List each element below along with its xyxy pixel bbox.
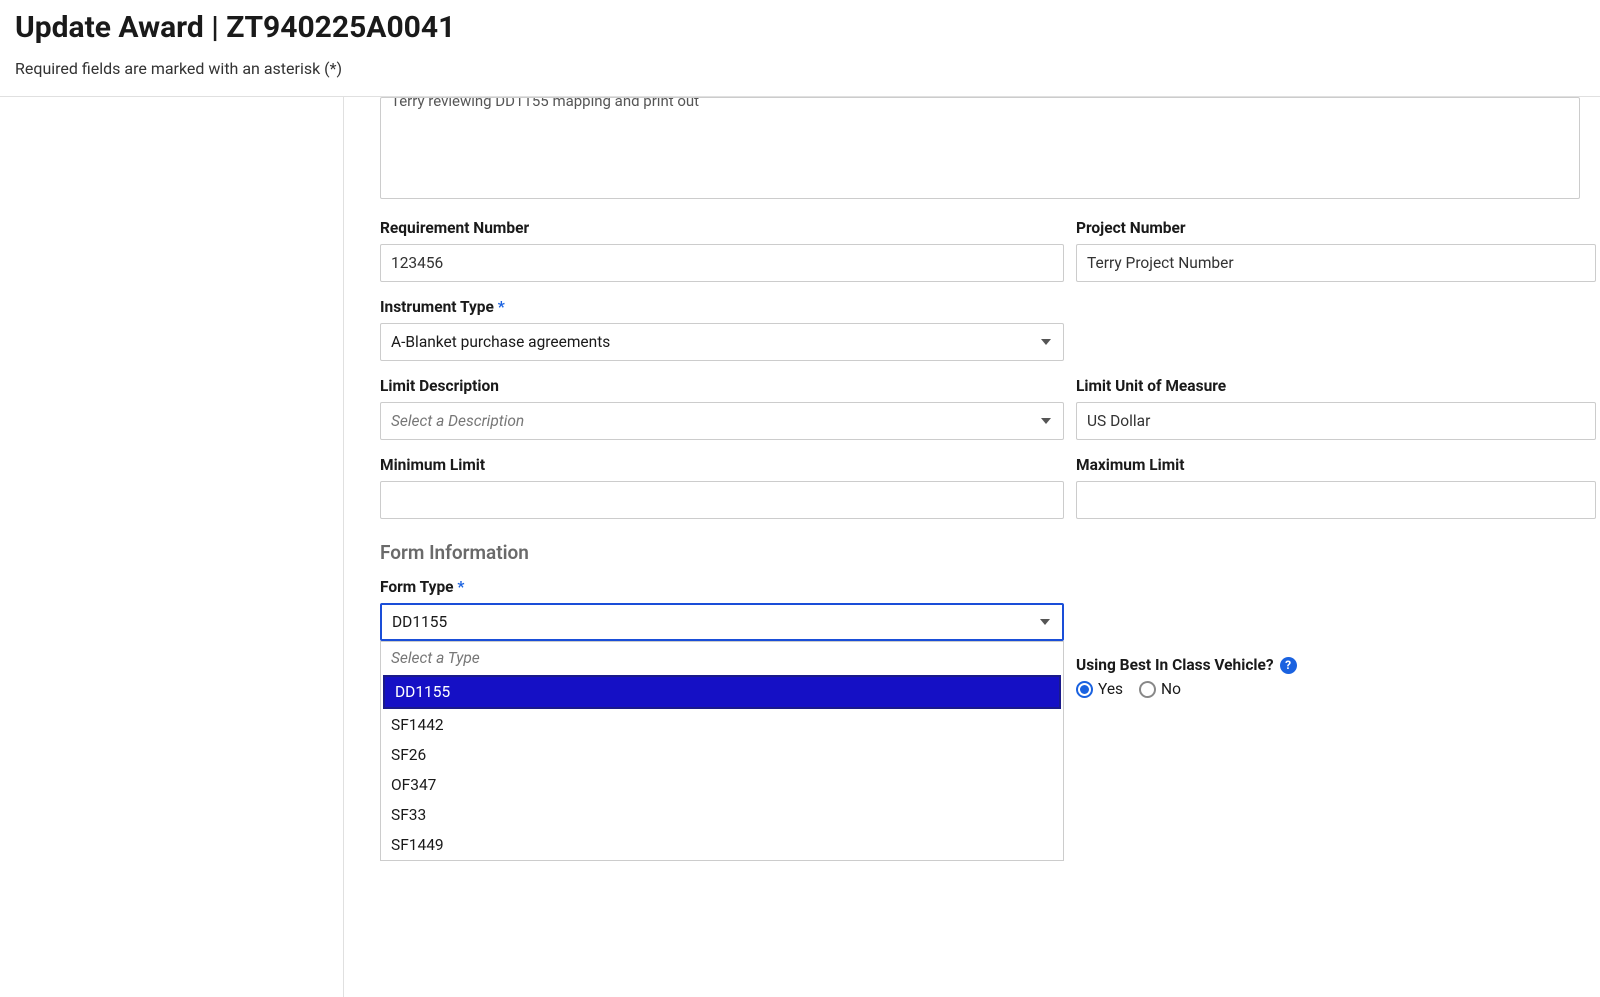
limit-description-select[interactable]: Select a Description xyxy=(380,402,1064,440)
dropdown-item-sf26[interactable]: SF26 xyxy=(381,740,1063,770)
form-information-heading: Form Information xyxy=(380,541,1600,564)
page-header: Update Award | ZT940225A0041 Required fi… xyxy=(0,0,1600,97)
description-textarea[interactable]: Terry reviewing DD1155 mapping and print… xyxy=(380,97,1580,199)
requirement-number-input[interactable] xyxy=(380,244,1064,282)
page-title: Update Award | ZT940225A0041 xyxy=(15,10,1585,45)
instrument-type-select[interactable]: A-Blanket purchase agreements xyxy=(380,323,1064,361)
best-in-class-yes-radio[interactable]: Yes xyxy=(1076,680,1123,698)
required-star: * xyxy=(457,578,464,596)
dropdown-placeholder[interactable]: Select a Type xyxy=(381,642,1063,674)
radio-icon xyxy=(1076,681,1093,698)
dropdown-item-sf1449[interactable]: SF1449 xyxy=(381,830,1063,860)
chevron-down-icon xyxy=(1041,418,1051,424)
radio-icon xyxy=(1139,681,1156,698)
max-limit-input[interactable] xyxy=(1076,481,1596,519)
project-number-label: Project Number xyxy=(1076,219,1596,237)
dropdown-item-of347[interactable]: OF347 xyxy=(381,770,1063,800)
best-in-class-no-radio[interactable]: No xyxy=(1139,680,1181,698)
limit-description-label: Limit Description xyxy=(380,377,1064,395)
required-fields-note: Required fields are marked with an aster… xyxy=(15,59,1585,78)
dropdown-item-sf1442[interactable]: SF1442 xyxy=(381,710,1063,740)
instrument-type-label: Instrument Type * xyxy=(380,298,1064,316)
form-type-select[interactable]: DD1155 xyxy=(380,603,1064,641)
left-sidebar-spacer xyxy=(0,97,344,997)
chevron-down-icon xyxy=(1040,619,1050,625)
form-type-dropdown: Select a Type DD1155 SF1442 SF26 OF347 S… xyxy=(380,641,1064,861)
description-text: Terry reviewing DD1155 mapping and print… xyxy=(391,97,1569,110)
min-limit-label: Minimum Limit xyxy=(380,456,1064,474)
chevron-down-icon xyxy=(1041,339,1051,345)
limit-unit-input[interactable] xyxy=(1076,402,1596,440)
required-star: * xyxy=(498,298,505,316)
project-number-input[interactable] xyxy=(1076,244,1596,282)
form-type-label: Form Type * xyxy=(380,578,1064,596)
min-limit-input[interactable] xyxy=(380,481,1064,519)
requirement-number-label: Requirement Number xyxy=(380,219,1064,237)
dropdown-item-dd1155[interactable]: DD1155 xyxy=(383,675,1061,709)
best-in-class-label: Using Best In Class Vehicle? xyxy=(1076,656,1274,674)
help-icon[interactable]: ? xyxy=(1280,657,1297,674)
max-limit-label: Maximum Limit xyxy=(1076,456,1596,474)
limit-unit-label: Limit Unit of Measure xyxy=(1076,377,1596,395)
dropdown-item-sf33[interactable]: SF33 xyxy=(381,800,1063,830)
